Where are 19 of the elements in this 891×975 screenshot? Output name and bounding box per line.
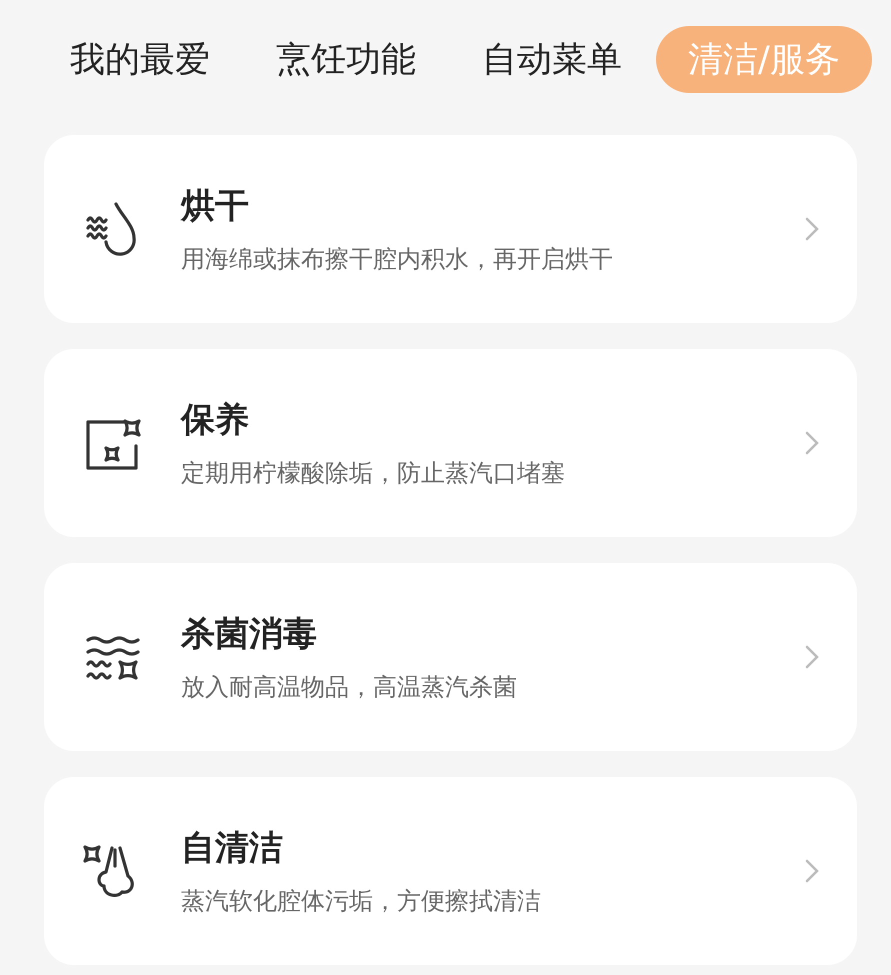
service-card[interactable]: 自清洁 蒸汽软化腔体污垢，方便擦拭清洁: [44, 777, 857, 965]
card-title: 杀菌消毒: [181, 613, 318, 656]
tab[interactable]: 我的最爱: [38, 26, 242, 92]
card-description: 放入耐高温物品，高温蒸汽杀菌: [181, 672, 518, 703]
card-title: 自清洁: [181, 827, 284, 870]
card-title: 烘干: [181, 185, 250, 228]
card-description: 用海绵或抹布擦干腔内积水，再开启烘干: [181, 244, 614, 275]
service-card[interactable]: 杀菌消毒 放入耐高温物品，高温蒸汽杀菌: [44, 563, 857, 751]
card-description: 定期用柠檬酸除垢，防止蒸汽口堵塞: [181, 458, 566, 489]
chevron-right-icon: [803, 215, 821, 243]
tab[interactable]: 烹饪功能: [244, 26, 448, 92]
chevron-right-icon: [803, 643, 821, 671]
service-card[interactable]: 烘干 用海绵或抹布擦干腔内积水，再开启烘干: [44, 135, 857, 323]
chevron-right-icon: [803, 857, 821, 885]
tab[interactable]: 自动菜单: [450, 26, 654, 92]
chevron-right-icon: [803, 429, 821, 457]
card-description: 蒸汽软化腔体污垢，方便擦拭清洁: [181, 886, 542, 917]
service-card[interactable]: 保养 定期用柠檬酸除垢，防止蒸汽口堵塞: [44, 349, 857, 537]
card-title: 保养: [181, 399, 250, 442]
